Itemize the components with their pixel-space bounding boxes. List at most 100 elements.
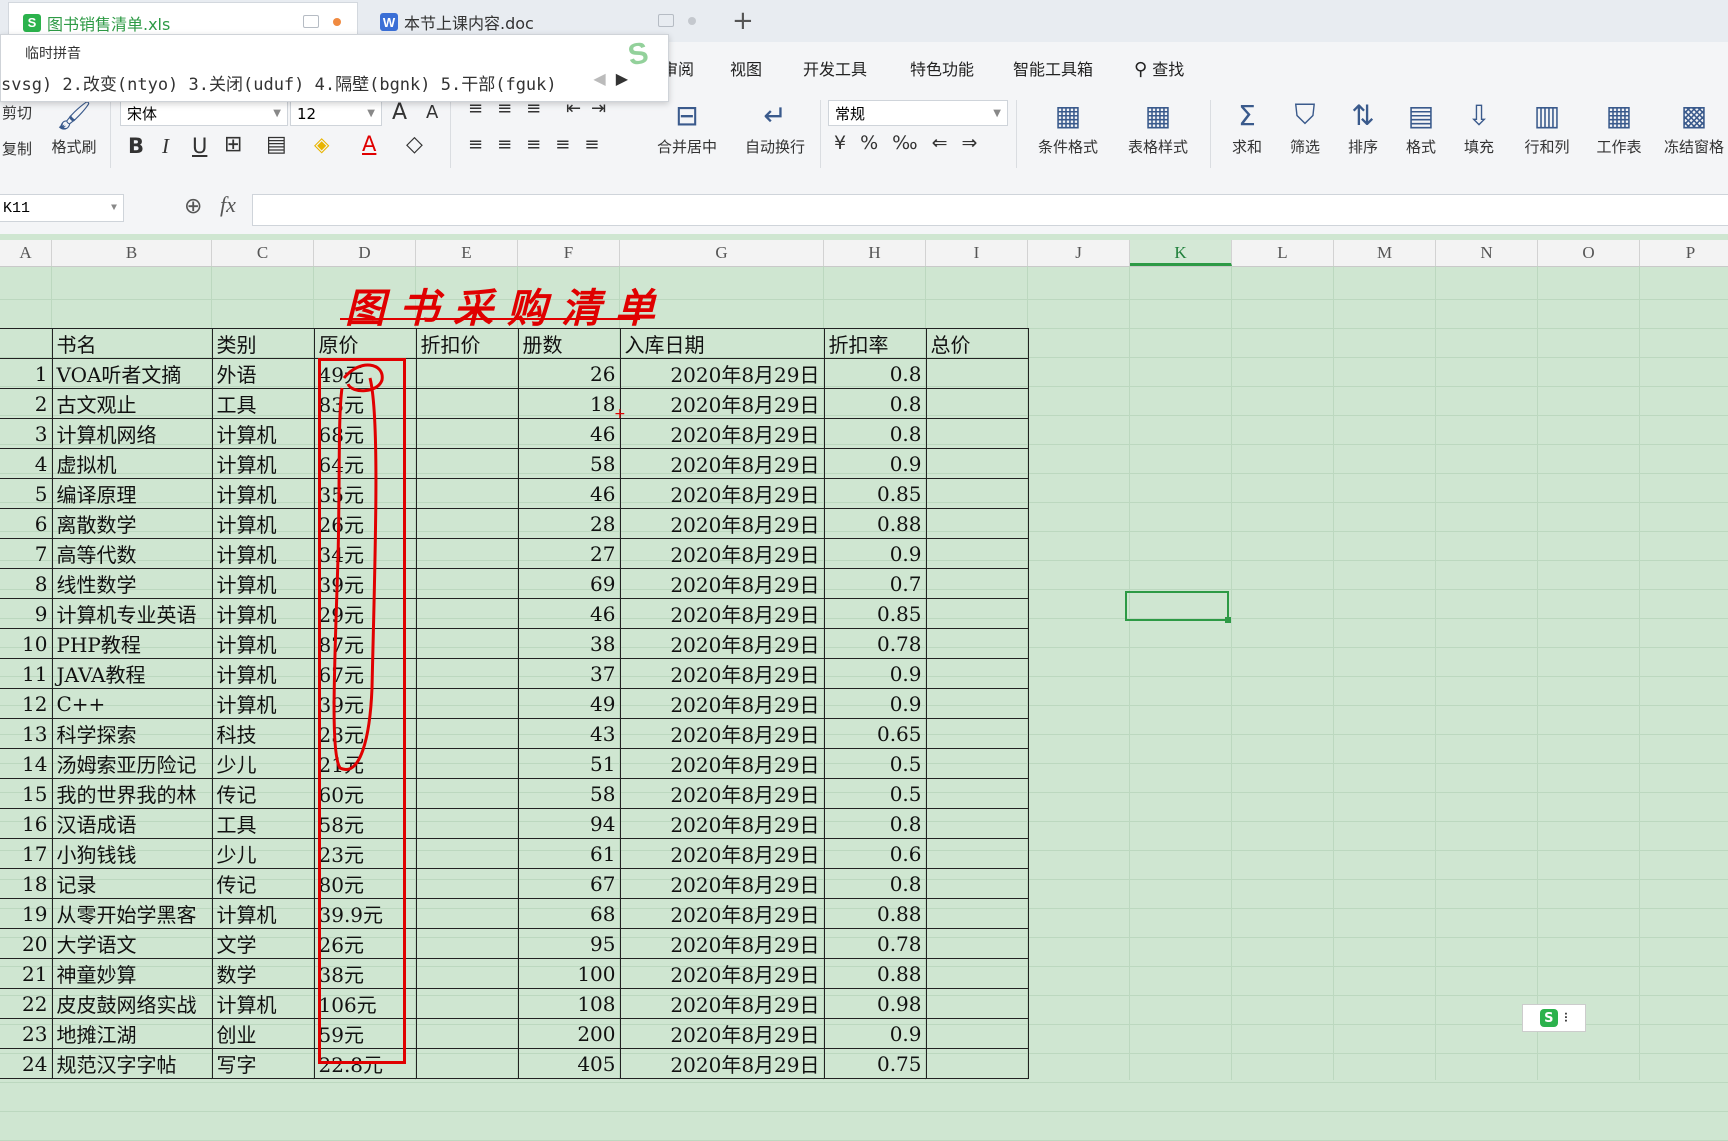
column-header-D[interactable]: D (314, 240, 416, 266)
cell-discount-price[interactable] (415, 838, 519, 869)
new-tab-button[interactable]: + (732, 6, 754, 36)
cell-quantity[interactable]: 58 (517, 778, 621, 809)
cell-quantity[interactable]: 68 (517, 898, 621, 929)
menu-special[interactable]: 特色功能 (910, 56, 974, 80)
header-cell-book-name[interactable]: 书名 (51, 328, 213, 359)
cell-book-name[interactable]: 离散数学 (51, 508, 213, 539)
font-name-select[interactable]: 宋体 ▼ (120, 100, 288, 126)
cell-row-number[interactable]: 5 (0, 478, 53, 509)
cell-stock-date[interactable]: 2020年8月29日 (619, 1048, 825, 1079)
cell-discount-rate[interactable]: 0.6 (823, 838, 927, 869)
cell-category[interactable]: 计算机 (211, 688, 315, 719)
cut-button[interactable]: 剪切 (2, 102, 32, 123)
cell-discount-rate[interactable]: 0.65 (823, 718, 927, 749)
menu-dev-tools[interactable]: 开发工具 (803, 56, 867, 80)
cell-row-number[interactable]: 14 (0, 748, 53, 779)
cell-stock-date[interactable]: 2020年8月29日 (619, 508, 825, 539)
cell-category[interactable]: 计算机 (211, 628, 315, 659)
fx-icon[interactable]: fx (220, 192, 236, 218)
clear-icon[interactable]: ◇ (406, 132, 423, 157)
header-cell-discount-rate[interactable]: 折扣率 (823, 328, 927, 359)
cell-quantity[interactable]: 27 (517, 538, 621, 569)
cell-stock-date[interactable]: 2020年8月29日 (619, 1018, 825, 1049)
chevron-right-icon[interactable]: ▶ (616, 69, 628, 88)
cell-stock-date[interactable]: 2020年8月29日 (619, 598, 825, 629)
cell-discount-rate[interactable]: 0.7 (823, 568, 927, 599)
cell-book-name[interactable]: 规范汉字字帖 (51, 1048, 213, 1079)
cell-quantity[interactable]: 26 (517, 358, 621, 389)
monitor-icon[interactable] (303, 15, 319, 28)
cell-discount-price[interactable] (415, 898, 519, 929)
column-header-L[interactable]: L (1232, 240, 1334, 266)
cell-stock-date[interactable]: 2020年8月29日 (619, 808, 825, 839)
filter-button[interactable]: ⛉ 筛选 (1280, 98, 1330, 157)
menu-smart-toolbox[interactable]: 智能工具箱 (1013, 56, 1093, 80)
cell-category[interactable]: 计算机 (211, 598, 315, 629)
cell-total-price[interactable] (925, 808, 1029, 839)
cell-stock-date[interactable]: 2020年8月29日 (619, 538, 825, 569)
cell-category[interactable]: 文学 (211, 928, 315, 959)
format-button[interactable]: ▤ 格式 (1396, 98, 1446, 157)
cell-quantity[interactable]: 67 (517, 868, 621, 899)
cell-quantity[interactable]: 200 (517, 1018, 621, 1049)
selected-cell-K11[interactable] (1125, 591, 1231, 623)
cell-discount-rate[interactable]: 0.85 (823, 478, 927, 509)
sort-button[interactable]: ⇅ 排序 (1338, 98, 1388, 157)
cell-category[interactable]: 计算机 (211, 448, 315, 479)
floating-sogou-toolbar[interactable]: S ⁝ (1522, 1004, 1586, 1032)
cell-row-number[interactable]: 9 (0, 598, 53, 629)
cell-book-name[interactable]: 虚拟机 (51, 448, 213, 479)
cell-discount-price[interactable] (415, 478, 519, 509)
cell-discount-price[interactable] (415, 748, 519, 779)
align-horizontal-icons[interactable]: ≡≡≡≡≡ (468, 134, 613, 155)
cell-category[interactable]: 创业 (211, 1018, 315, 1049)
cell-stock-date[interactable]: 2020年8月29日 (619, 928, 825, 959)
cell-book-name[interactable]: 古文观止 (51, 388, 213, 419)
cell-discount-rate[interactable]: 0.78 (823, 928, 927, 959)
cell-total-price[interactable] (925, 958, 1029, 989)
bold-button[interactable]: B (128, 134, 144, 158)
header-cell-total-price[interactable]: 总价 (925, 328, 1029, 359)
column-header-M[interactable]: M (1334, 240, 1436, 266)
cell-discount-price[interactable] (415, 568, 519, 599)
row-col-button[interactable]: ▥ 行和列 (1516, 98, 1578, 157)
cell-row-number[interactable]: 17 (0, 838, 53, 869)
cell-category[interactable]: 计算机 (211, 538, 315, 569)
cell-discount-rate[interactable]: 0.88 (823, 508, 927, 539)
cell-total-price[interactable] (925, 778, 1029, 809)
freeze-panes-button[interactable]: ▩ 冻结窗格 (1660, 98, 1728, 157)
column-header-N[interactable]: N (1436, 240, 1538, 266)
copy-button[interactable]: 复制 (2, 138, 32, 159)
cell-discount-rate[interactable]: 0.8 (823, 868, 927, 899)
cell-total-price[interactable] (925, 658, 1029, 689)
cell-discount-price[interactable] (415, 658, 519, 689)
cell-stock-date[interactable]: 2020年8月29日 (619, 478, 825, 509)
cell-quantity[interactable]: 69 (517, 568, 621, 599)
cell-row-number[interactable]: 10 (0, 628, 53, 659)
cell-stock-date[interactable]: 2020年8月29日 (619, 358, 825, 389)
shrink-font-button[interactable]: A (426, 102, 438, 123)
cell-category[interactable]: 计算机 (211, 508, 315, 539)
cell-total-price[interactable] (925, 1018, 1029, 1049)
ime-nav[interactable]: ◀ ▶ (593, 69, 628, 88)
column-header-J[interactable]: J (1028, 240, 1130, 266)
cell-row-number[interactable]: 4 (0, 448, 53, 479)
zoom-search-icon[interactable]: ⊕ (184, 194, 202, 219)
cell-stock-date[interactable]: 2020年8月29日 (619, 898, 825, 929)
cell-row-number[interactable]: 15 (0, 778, 53, 809)
column-header-E[interactable]: E (416, 240, 518, 266)
cell-quantity[interactable]: 51 (517, 748, 621, 779)
cell-stock-date[interactable]: 2020年8月29日 (619, 748, 825, 779)
cell-total-price[interactable] (925, 718, 1029, 749)
cell-quantity[interactable]: 46 (517, 478, 621, 509)
column-header-B[interactable]: B (52, 240, 212, 266)
cell-category[interactable]: 写字 (211, 1048, 315, 1079)
italic-button[interactable]: I (162, 134, 169, 159)
cell-book-name[interactable]: 科学探索 (51, 718, 213, 749)
cell-discount-price[interactable] (415, 358, 519, 389)
cell-stock-date[interactable]: 2020年8月29日 (619, 688, 825, 719)
cell-stock-date[interactable]: 2020年8月29日 (619, 388, 825, 419)
cell-row-number[interactable]: 6 (0, 508, 53, 539)
cell-row-number[interactable]: 21 (0, 958, 53, 989)
menu-find[interactable]: ⚲ 查找 (1134, 56, 1184, 80)
